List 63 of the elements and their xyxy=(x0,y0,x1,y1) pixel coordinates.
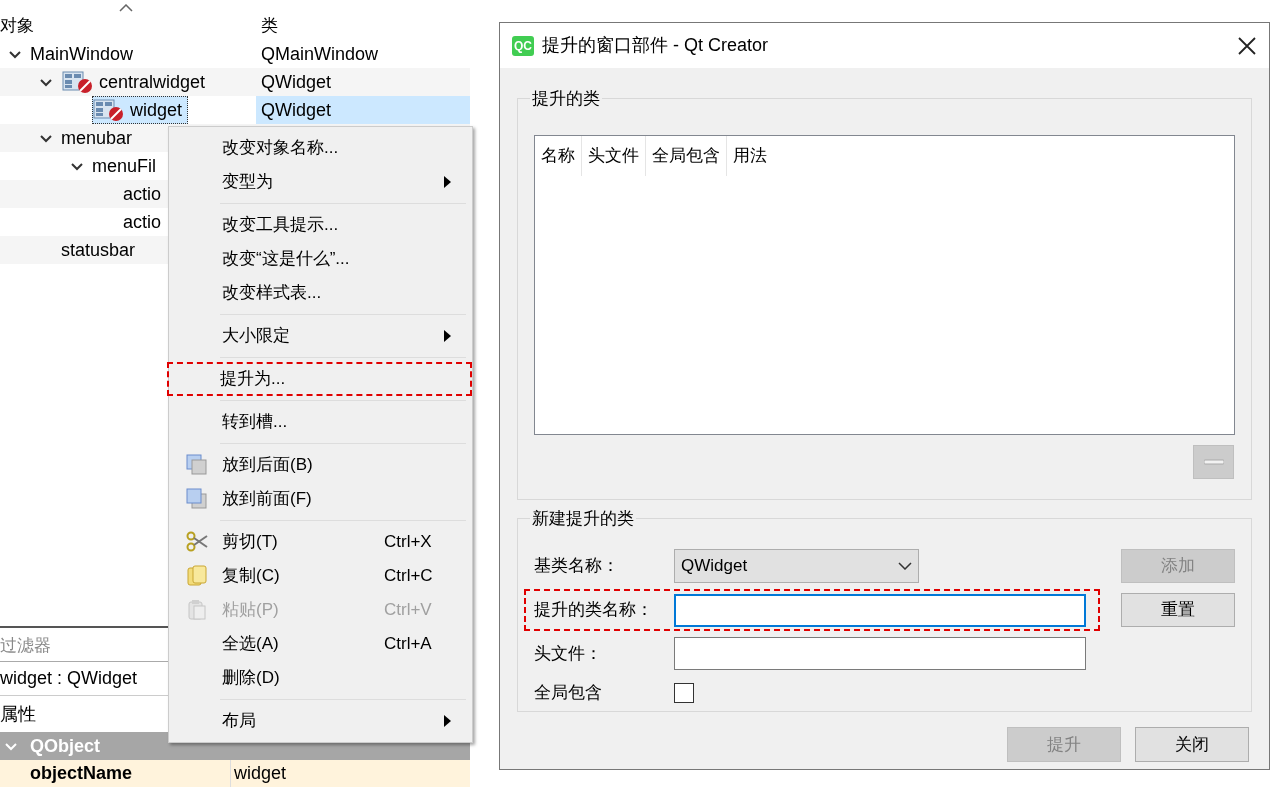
menu-item[interactable]: 复制(C) Ctrl+C xyxy=(171,559,470,593)
submenu-arrow-icon xyxy=(444,330,452,342)
collapse-icon[interactable] xyxy=(39,76,53,88)
blocked-form-icon xyxy=(92,97,126,123)
property-value[interactable]: widget xyxy=(230,760,287,787)
menu-item[interactable]: 转到槽... xyxy=(171,405,470,439)
field-label: 全局包含 xyxy=(534,682,603,704)
menu-item[interactable]: 改变“这是什么”... xyxy=(171,242,470,276)
action-button[interactable]: 重置 xyxy=(1121,593,1235,627)
combo-box[interactable]: QWidget xyxy=(674,549,919,583)
app-logo: QC xyxy=(512,35,534,56)
menu-item[interactable]: 全选(A) Ctrl+A xyxy=(171,627,470,661)
group-name: QObject xyxy=(30,734,100,758)
menu-item[interactable]: 放到后面(B) xyxy=(171,448,470,482)
field-label: 头文件： xyxy=(534,642,603,665)
sort-indicator-icon xyxy=(119,4,133,12)
window-title: 提升的窗口部件 - Qt Creator xyxy=(542,34,770,57)
class-name: QWidget xyxy=(261,98,332,122)
column-header[interactable]: 用法 xyxy=(727,136,773,176)
clipboard-icon xyxy=(185,599,208,621)
scissors-icon xyxy=(185,531,208,553)
menu-item[interactable]: 提升为... xyxy=(167,362,472,396)
menu-item[interactable]: 改变对象名称... xyxy=(171,131,470,165)
menu-item[interactable]: 删除(D) xyxy=(171,661,470,695)
menu-item[interactable]: 放到前面(F) xyxy=(171,482,470,516)
menu-item[interactable]: 改变工具提示... xyxy=(171,208,470,242)
column-header[interactable]: 头文件 xyxy=(582,136,646,176)
menu-item[interactable]: 剪切(T) Ctrl+X xyxy=(171,525,470,559)
minus-icon xyxy=(1203,459,1224,465)
column-header[interactable]: 类 xyxy=(261,12,278,38)
text-field[interactable] xyxy=(674,637,1086,670)
collapse-icon[interactable] xyxy=(70,160,84,172)
checkbox[interactable] xyxy=(674,682,694,703)
column-header[interactable]: 属性 xyxy=(0,700,36,728)
layers-icon xyxy=(185,454,208,476)
object-name[interactable]: centralwidget xyxy=(99,68,206,96)
selection-label: widget : QWidget xyxy=(0,667,138,690)
class-name: QMainWindow xyxy=(261,42,379,66)
object-name[interactable]: statusbar xyxy=(61,236,136,264)
property-name: objectName xyxy=(29,762,134,785)
object-name[interactable]: menuFil xyxy=(92,152,157,180)
close-icon[interactable] xyxy=(1237,35,1257,56)
object-name[interactable]: menubar xyxy=(61,124,133,152)
object-name[interactable]: actio xyxy=(123,180,162,208)
menu-item[interactable]: 变型为 xyxy=(171,165,470,199)
dialog-button[interactable]: 关闭 xyxy=(1135,727,1249,762)
text-field[interactable] xyxy=(674,593,1086,627)
column-header[interactable]: 全局包含 xyxy=(646,136,727,176)
submenu-arrow-icon xyxy=(444,176,452,188)
collapse-icon[interactable] xyxy=(8,48,22,60)
object-name[interactable]: actio xyxy=(123,208,162,236)
class-name: QWidget xyxy=(261,70,332,94)
object-name[interactable]: MainWindow xyxy=(30,40,134,68)
field-label: 基类名称： xyxy=(534,555,620,578)
submenu-arrow-icon xyxy=(444,715,452,727)
column-header[interactable]: 名称 xyxy=(535,136,582,176)
menu-item[interactable]: 改变样式表... xyxy=(171,276,470,310)
menu-item[interactable]: 大小限定 xyxy=(171,319,470,353)
collapse-icon[interactable] xyxy=(39,132,53,144)
layers-icon xyxy=(185,488,208,510)
field-label: 提升的类名称： xyxy=(534,599,654,622)
column-header[interactable]: 对象 xyxy=(0,12,34,38)
copy-icon xyxy=(185,565,208,587)
